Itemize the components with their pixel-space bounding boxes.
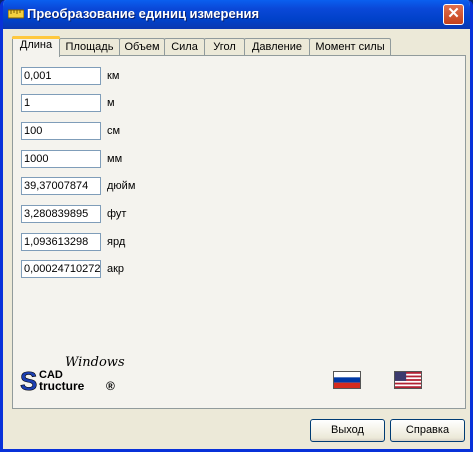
cad-structure-logo: Windows S CAD tructure ® (20, 355, 125, 396)
tab-force[interactable]: Сила (164, 38, 205, 56)
unit-label: мм (107, 153, 123, 165)
close-button[interactable]: ✕ (443, 4, 464, 25)
converter-window: Преобразование единиц измерения ✕ Длина … (0, 0, 473, 452)
tab-torque[interactable]: Момент силы (309, 38, 391, 56)
help-button[interactable]: Справка (390, 419, 465, 442)
exit-button[interactable]: Выход (310, 419, 385, 442)
ruler-icon (8, 9, 24, 19)
logo-s-letter: S (20, 366, 37, 396)
value-field-mm[interactable]: 1000 (21, 150, 101, 168)
close-icon: ✕ (447, 5, 460, 22)
unit-label: дюйм (107, 180, 136, 192)
unit-label: км (107, 70, 120, 82)
value-field-yard[interactable]: 1,093613298 (21, 233, 101, 251)
window-title: Преобразование единиц измерения (27, 6, 260, 21)
tab-volume[interactable]: Объем (119, 38, 165, 56)
logo-registered-mark: ® (106, 379, 115, 393)
value-field-m[interactable]: 1 (21, 94, 101, 112)
unit-label: ярд (107, 236, 126, 248)
usa-flag-icon[interactable] (394, 371, 422, 389)
unit-label: фут (107, 208, 127, 220)
length-panel: 0,001 км 1 м 100 см 1000 мм 39,37007874 … (12, 55, 466, 409)
value-field-acre[interactable]: 0,000247102720 (21, 260, 101, 278)
logo-structure-text: tructure (39, 379, 85, 393)
unit-label: акр (107, 263, 125, 275)
tab-pressure[interactable]: Давление (244, 38, 310, 56)
value-field-cm[interactable]: 100 (21, 122, 101, 140)
logo-windows-text: Windows (65, 355, 125, 370)
value-field-km[interactable]: 0,001 (21, 67, 101, 85)
value-field-inch[interactable]: 39,37007874 (21, 177, 101, 195)
title-bar[interactable]: Преобразование единиц измерения ✕ (3, 0, 470, 29)
tab-area[interactable]: Площадь (59, 38, 120, 56)
tab-length[interactable]: Длина (12, 36, 60, 57)
tab-angle[interactable]: Угол (204, 38, 245, 56)
value-field-foot[interactable]: 3,280839895 (21, 205, 101, 223)
unit-label: м (107, 97, 115, 109)
russian-flag-icon[interactable] (333, 371, 361, 389)
unit-label: см (107, 125, 121, 137)
